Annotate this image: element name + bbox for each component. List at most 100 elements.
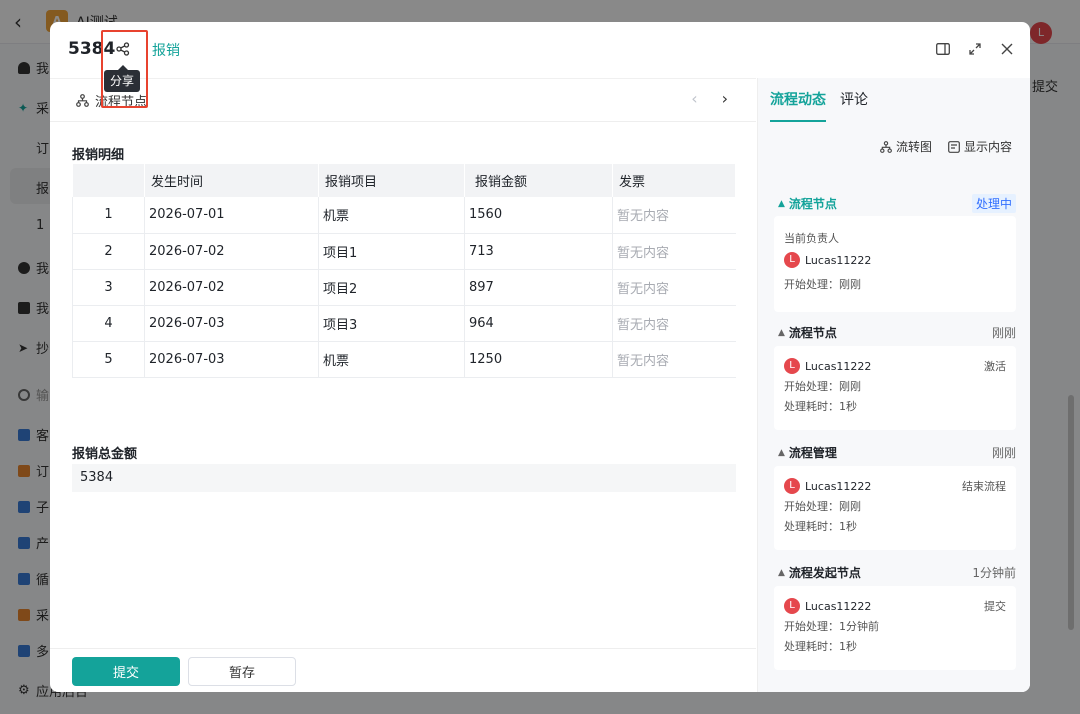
flow-step-header-current: ▲ 流程节点 处理中 <box>778 194 1016 213</box>
row-item: 项目1 <box>318 233 465 270</box>
row-date: 2026-07-03 <box>144 305 319 342</box>
flow-step-name[interactable]: ▲ 流程节点 <box>778 195 837 212</box>
start-time-line: 开始处理：刚刚 <box>784 500 861 513</box>
collapse-triangle-icon: ▲ <box>778 327 785 338</box>
next-record-button[interactable]: › <box>722 89 728 108</box>
actor-line: L Lucas11222 激活 <box>784 356 1006 376</box>
total-amount-field: 5384 <box>72 464 736 492</box>
close-icon <box>1001 43 1013 55</box>
user-name: Lucas11222 <box>805 253 872 267</box>
node-bar: 流程节点 ‹ › <box>50 78 756 122</box>
owner-label-line: 当前负责人 <box>784 228 1006 248</box>
collapse-triangle-icon: ▲ <box>778 447 785 458</box>
owner-line: L Lucas11222 <box>784 250 1006 270</box>
flow-step-card: L Lucas11222 结束流程 开始处理：刚刚 处理耗时：1秒 <box>774 466 1016 550</box>
row-item: 项目2 <box>318 269 465 306</box>
duration-line: 处理耗时：1秒 <box>784 520 857 533</box>
save-draft-button[interactable]: 暂存 <box>188 657 296 686</box>
record-modal: 5384 报销 流程节点 ‹ › 报销明细 发生时间 报销项目 报销金额 发票 … <box>50 22 1030 692</box>
flow-step-card-current: 当前负责人 L Lucas11222 开始处理：刚刚 <box>774 216 1016 312</box>
column-header-invoice: 发票 <box>612 164 736 197</box>
table-row[interactable]: 4 2026-07-03 项目3 964 暂无内容 <box>72 305 736 342</box>
start-time-line: 开始处理：刚刚 <box>784 278 861 291</box>
record-navigation: ‹ › <box>691 89 728 108</box>
row-index: 3 <box>72 269 145 306</box>
flowchart-icon <box>880 140 892 153</box>
column-header-item: 报销项目 <box>318 164 465 197</box>
row-amount: 964 <box>464 305 613 342</box>
tab-flow-activity[interactable]: 流程动态 <box>770 78 826 122</box>
row-item: 机票 <box>318 341 465 378</box>
flow-step-name[interactable]: ▲ 流程发起节点 <box>778 564 861 581</box>
row-date: 2026-07-01 <box>144 197 319 234</box>
row-invoice: 暂无内容 <box>612 197 736 234</box>
tab-comments[interactable]: 评论 <box>840 78 868 122</box>
flow-step-time: 刚刚 <box>991 446 1016 460</box>
table-header-row: 发生时间 报销项目 报销金额 发票 <box>72 164 736 197</box>
start-time-line: 开始处理：1分钟前 <box>784 620 879 633</box>
actor-user: L Lucas11222 <box>784 478 871 494</box>
avatar: L <box>784 358 800 374</box>
avatar: L <box>784 252 800 268</box>
collapse-triangle-icon: ▲ <box>778 567 785 578</box>
record-form-pane: 流程节点 ‹ › 报销明细 发生时间 报销项目 报销金额 发票 1 2026-0… <box>50 78 756 692</box>
actor-user: L Lucas11222 <box>784 598 871 614</box>
form-name-link[interactable]: 报销 <box>152 40 180 60</box>
form-footer: 提交 暂存 <box>50 648 756 692</box>
row-date: 2026-07-03 <box>144 341 319 378</box>
activity-tabs: 流程动态 评论 <box>770 78 868 122</box>
row-amount: 713 <box>464 233 613 270</box>
row-invoice: 暂无内容 <box>612 305 736 342</box>
row-amount: 1250 <box>464 341 613 378</box>
flow-step-header: ▲ 流程发起节点 1分钟前 <box>778 564 1016 581</box>
row-item: 项目3 <box>318 305 465 342</box>
status-badge: 处理中 <box>971 194 1016 213</box>
column-header-date: 发生时间 <box>144 164 319 197</box>
flow-step-name[interactable]: ▲ 流程节点 <box>778 324 837 341</box>
modal-header: 5384 报销 <box>50 22 1030 78</box>
close-button[interactable] <box>998 40 1016 58</box>
header-actions <box>934 40 1016 58</box>
row-amount: 1560 <box>464 197 613 234</box>
flow-step-time: 1分钟前 <box>972 566 1016 580</box>
flowchart-button[interactable]: 流转图 <box>880 138 932 155</box>
row-invoice: 暂无内容 <box>612 341 736 378</box>
table-row[interactable]: 5 2026-07-03 机票 1250 暂无内容 <box>72 341 736 378</box>
row-invoice: 暂无内容 <box>612 269 736 306</box>
owner-label: 当前负责人 <box>784 232 839 245</box>
flow-step-header: ▲ 流程节点 刚刚 <box>778 324 1016 341</box>
expand-icon <box>969 43 981 55</box>
flow-step-name[interactable]: ▲ 流程管理 <box>778 444 837 461</box>
step-action: 提交 <box>984 600 1006 613</box>
user-name: Lucas11222 <box>805 359 872 373</box>
actor-line: L Lucas11222 结束流程 <box>784 476 1006 496</box>
row-index: 4 <box>72 305 145 342</box>
flow-step-time: 刚刚 <box>991 326 1016 340</box>
table-row[interactable]: 3 2026-07-02 项目2 897 暂无内容 <box>72 269 736 306</box>
flow-node-icon <box>76 94 89 107</box>
row-date: 2026-07-02 <box>144 233 319 270</box>
total-section-title: 报销总金额 <box>72 447 138 462</box>
row-item: 机票 <box>318 197 465 234</box>
column-header-amount: 报销金额 <box>464 164 613 197</box>
actor-user: L Lucas11222 <box>784 358 871 374</box>
highlight-annotation <box>101 30 148 108</box>
row-amount: 897 <box>464 269 613 306</box>
table-row[interactable]: 2 2026-07-02 项目1 713 暂无内容 <box>72 233 736 270</box>
row-date: 2026-07-02 <box>144 269 319 306</box>
user-name: Lucas11222 <box>805 479 872 493</box>
expand-button[interactable] <box>966 40 984 58</box>
document-icon <box>948 140 960 153</box>
show-content-button[interactable]: 显示内容 <box>948 138 1012 155</box>
flow-step-header: ▲ 流程管理 刚刚 <box>778 444 1016 461</box>
user-name: Lucas11222 <box>805 599 872 613</box>
side-panel-toggle-button[interactable] <box>934 40 952 58</box>
prev-record-button[interactable]: ‹ <box>691 89 697 108</box>
table-row[interactable]: 1 2026-07-01 机票 1560 暂无内容 <box>72 197 736 234</box>
activity-pane: 流程动态 评论 流转图 显示内容 ▲ 流程节点 处理中 当前负责人 L Lucas1… <box>757 78 1030 692</box>
submit-button[interactable]: 提交 <box>72 657 180 686</box>
avatar: L <box>784 598 800 614</box>
row-index: 5 <box>72 341 145 378</box>
avatar: L <box>784 478 800 494</box>
detail-section-title: 报销明细 <box>72 148 125 163</box>
